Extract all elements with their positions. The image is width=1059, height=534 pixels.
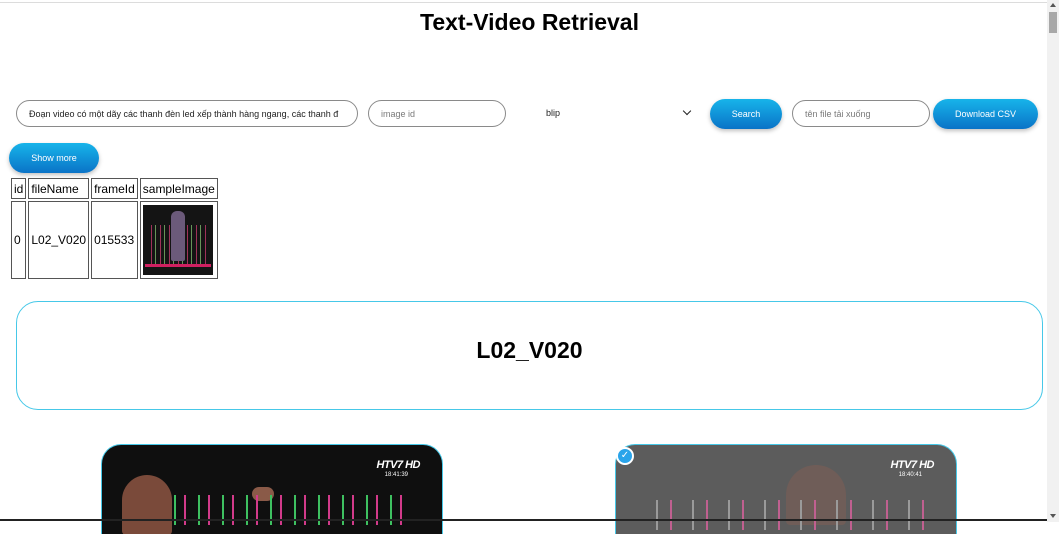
bottom-divider bbox=[0, 519, 1047, 521]
sample-thumbnail[interactable] bbox=[142, 205, 213, 275]
column-header-sampleimage: sampleImage bbox=[139, 178, 218, 199]
thumbnail-caption-strip bbox=[144, 264, 211, 267]
frame-led-bars bbox=[636, 500, 936, 530]
show-more-button[interactable]: Show more bbox=[9, 143, 99, 173]
filename-input[interactable] bbox=[792, 100, 930, 127]
page-title: Text-Video Retrieval bbox=[419, 9, 639, 35]
cell-sampleimage bbox=[139, 201, 218, 279]
frame-timestamp: 18:41:39 bbox=[384, 472, 408, 478]
column-header-id: id bbox=[11, 178, 27, 199]
model-select-value: blip bbox=[546, 108, 561, 118]
cell-frameid: 015533 bbox=[91, 201, 138, 279]
cell-filename: L02_V020 bbox=[28, 201, 90, 279]
image-id-input[interactable] bbox=[368, 100, 506, 127]
scroll-down-arrow-icon[interactable] bbox=[1050, 514, 1056, 518]
column-header-filename: fileName bbox=[28, 178, 90, 199]
table-header-row: id fileName frameId sampleImage bbox=[11, 178, 218, 199]
scroll-thumb[interactable] bbox=[1049, 12, 1057, 33]
column-header-frameid: frameId bbox=[91, 178, 138, 199]
video-title: L02_V020 bbox=[476, 337, 583, 363]
download-csv-button[interactable]: Download CSV bbox=[933, 99, 1038, 129]
search-button[interactable]: Search bbox=[710, 99, 782, 129]
selected-check-icon[interactable]: ✓ bbox=[616, 447, 634, 465]
results-table: id fileName frameId sampleImage 0 L02_V0… bbox=[9, 176, 220, 281]
thumbnail-person bbox=[170, 211, 185, 261]
channel-logo: HTV7 HD bbox=[890, 459, 934, 471]
top-divider bbox=[0, 2, 1047, 3]
model-select[interactable]: blip bbox=[520, 100, 698, 127]
vertical-scrollbar[interactable] bbox=[1047, 0, 1059, 522]
chevron-down-icon bbox=[682, 106, 692, 116]
channel-logo: HTV7 HD bbox=[376, 459, 420, 471]
scroll-up-arrow-icon[interactable] bbox=[1050, 3, 1056, 7]
query-input[interactable] bbox=[16, 100, 358, 127]
cell-id: 0 bbox=[11, 201, 27, 279]
video-header-box: L02_V020 bbox=[16, 301, 1043, 410]
table-row[interactable]: 0 L02_V020 015533 bbox=[11, 201, 218, 279]
frame-timestamp: 18:40:41 bbox=[898, 472, 922, 478]
